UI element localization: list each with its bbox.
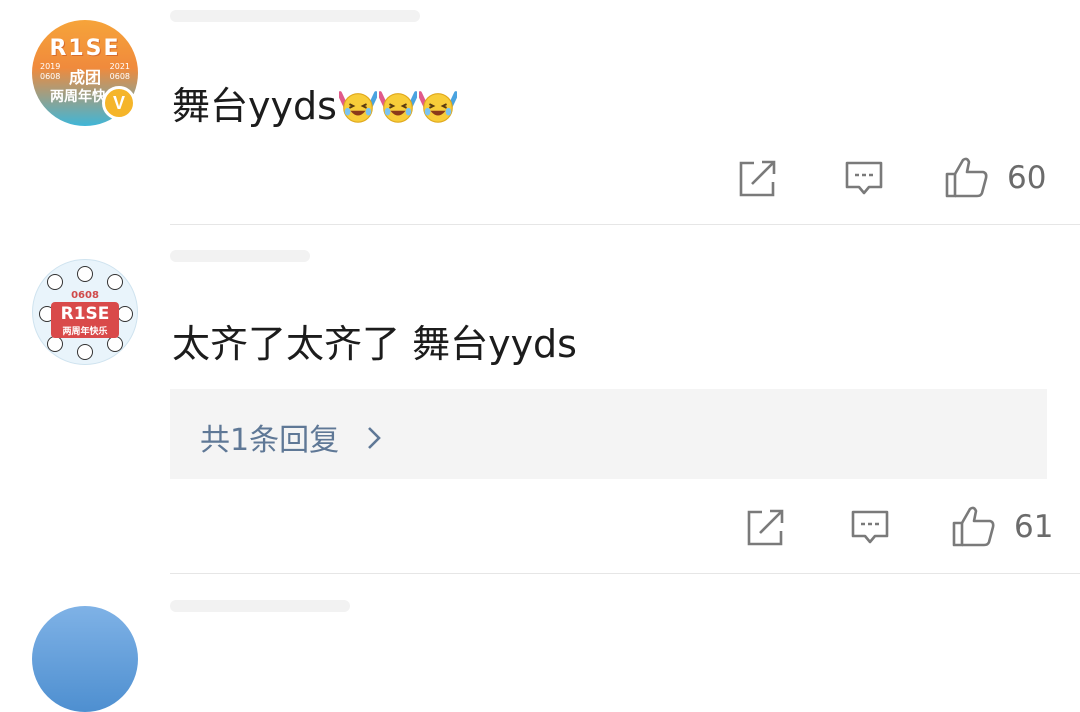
divider	[170, 573, 1080, 574]
share-icon[interactable]	[738, 160, 778, 198]
username-placeholder	[170, 10, 420, 22]
avatar-doodle	[47, 336, 63, 352]
comment-text: 太齐了太齐了 舞台yyds	[172, 322, 577, 366]
emoji-row	[337, 84, 457, 128]
username-placeholder	[170, 250, 310, 262]
avatar-caption-text: 两周年快乐	[62, 327, 108, 337]
username-placeholder	[170, 600, 350, 612]
chevron-right-icon	[367, 427, 381, 449]
view-replies-link[interactable]: 共1条回复	[200, 415, 381, 459]
avatar[interactable]	[32, 606, 138, 712]
avatar-doodle	[107, 336, 123, 352]
avatar-doodle	[77, 266, 93, 282]
avatar[interactable]: 0608 R1SE 两周年快乐	[32, 259, 138, 365]
like-count: 60	[1007, 160, 1047, 196]
avatar-brand-text: R1SE	[60, 304, 110, 324]
verified-badge-icon: V	[102, 86, 136, 120]
avatar-doodle	[47, 274, 63, 290]
comment-text-body: 舞台yyds	[172, 84, 337, 128]
view-replies-label: 共1条回复	[200, 423, 340, 458]
avatar-doodle	[107, 274, 123, 290]
laughing-face-with-sticks-icon	[378, 91, 417, 123]
thumbs-up-icon[interactable]	[952, 505, 996, 547]
avatar-date-text: 0608	[71, 290, 99, 301]
avatar-brand-text: R1SE	[49, 36, 121, 61]
share-icon[interactable]	[746, 509, 786, 547]
laughing-face-with-sticks-icon	[338, 91, 377, 123]
laughing-face-with-sticks-icon	[418, 91, 457, 123]
comment-text: 舞台yyds	[172, 84, 457, 128]
comment-icon[interactable]	[851, 510, 889, 546]
thumbs-up-icon[interactable]	[945, 156, 989, 198]
comment-icon[interactable]	[845, 161, 883, 197]
avatar-doodle	[77, 344, 93, 360]
divider	[170, 224, 1080, 225]
avatar-caption-text: 成团	[68, 68, 101, 87]
like-count: 61	[1014, 509, 1054, 545]
reply-preview-box[interactable]: 共1条回复	[170, 389, 1047, 479]
